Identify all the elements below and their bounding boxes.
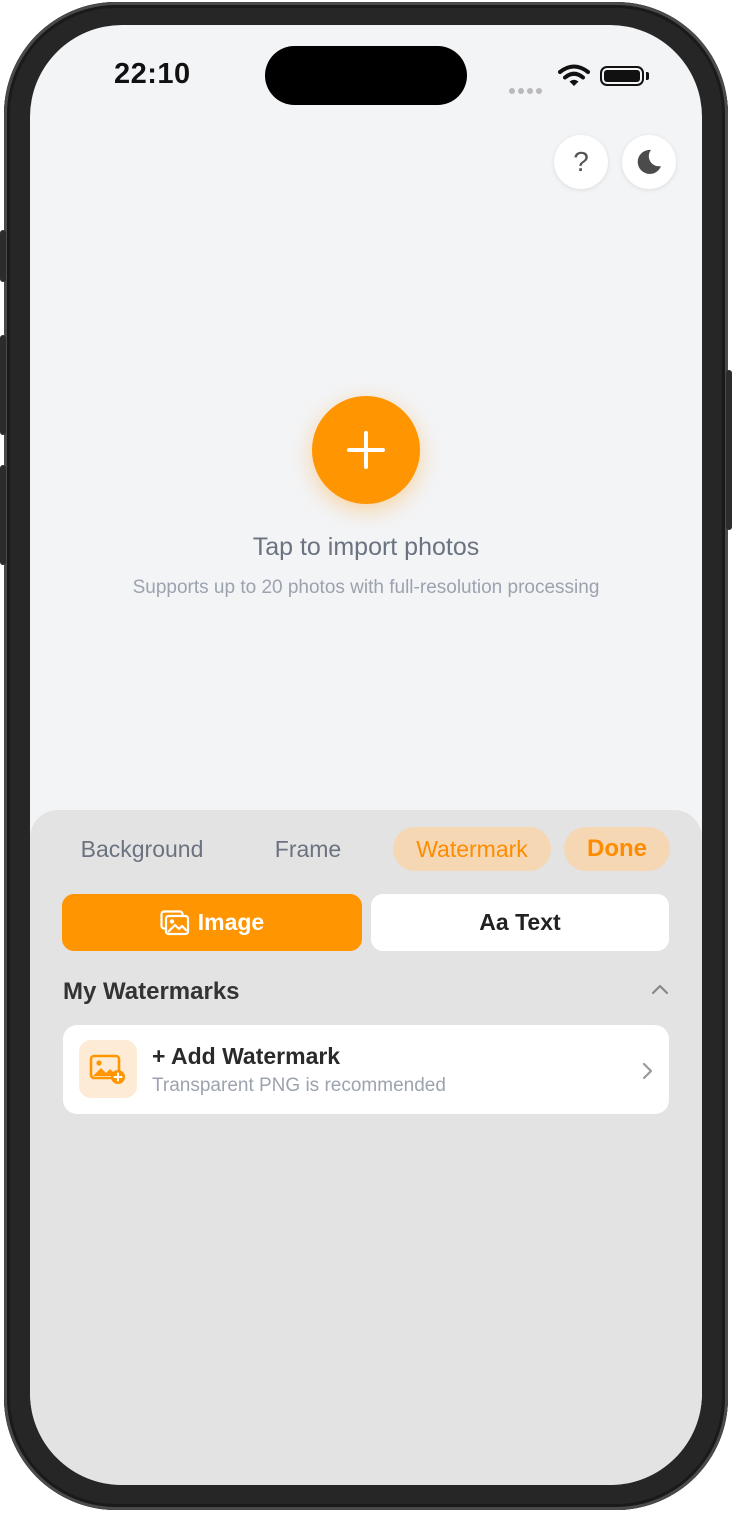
image-icon <box>160 909 189 935</box>
volume-up-button <box>0 335 6 435</box>
import-subtitle: Supports up to 20 photos with full-resol… <box>132 577 600 598</box>
segment-text-label: Aa Text <box>479 909 561 935</box>
add-watermark-card[interactable]: + Add Watermark Transparent PNG is recom… <box>63 1025 669 1114</box>
import-title: Tap to import photos <box>252 533 480 561</box>
add-image-icon <box>79 1040 137 1098</box>
segment-image[interactable]: Image <box>62 894 362 951</box>
segment-image-label: Image <box>197 909 265 935</box>
status-time: 22:10 <box>114 58 191 90</box>
plus-icon <box>347 431 385 469</box>
add-watermark-subtitle: Transparent PNG is recommended <box>152 1075 446 1096</box>
editor-panel: Background Frame Watermark Done Image Aa… <box>30 810 702 1485</box>
dark-mode-button[interactable] <box>622 135 676 189</box>
tab-frame[interactable]: Frame <box>258 827 358 871</box>
moon-icon <box>637 149 661 174</box>
tab-background[interactable]: Background <box>52 827 232 871</box>
dynamic-island <box>265 46 467 105</box>
segment-text[interactable]: Aa Text <box>371 894 669 951</box>
tab-watermark[interactable]: Watermark <box>393 827 551 871</box>
cellular-signal-icon <box>509 81 545 99</box>
help-icon: ? <box>573 146 589 177</box>
help-button[interactable]: ? <box>554 135 608 189</box>
app-screen: 22:10 ? Tap to import photos Supports up… <box>30 25 702 1485</box>
section-title: My Watermarks <box>63 978 240 1005</box>
battery-tip <box>646 72 649 80</box>
wifi-icon <box>558 64 590 86</box>
chevron-up-icon[interactable] <box>650 982 670 996</box>
import-photos-button[interactable] <box>312 396 420 504</box>
chevron-right-icon <box>642 1062 653 1080</box>
action-button <box>0 230 6 282</box>
done-button[interactable]: Done <box>564 827 670 871</box>
power-button <box>726 370 732 530</box>
battery-icon <box>600 66 644 86</box>
add-watermark-title: + Add Watermark <box>152 1043 341 1069</box>
volume-down-button <box>0 465 6 565</box>
